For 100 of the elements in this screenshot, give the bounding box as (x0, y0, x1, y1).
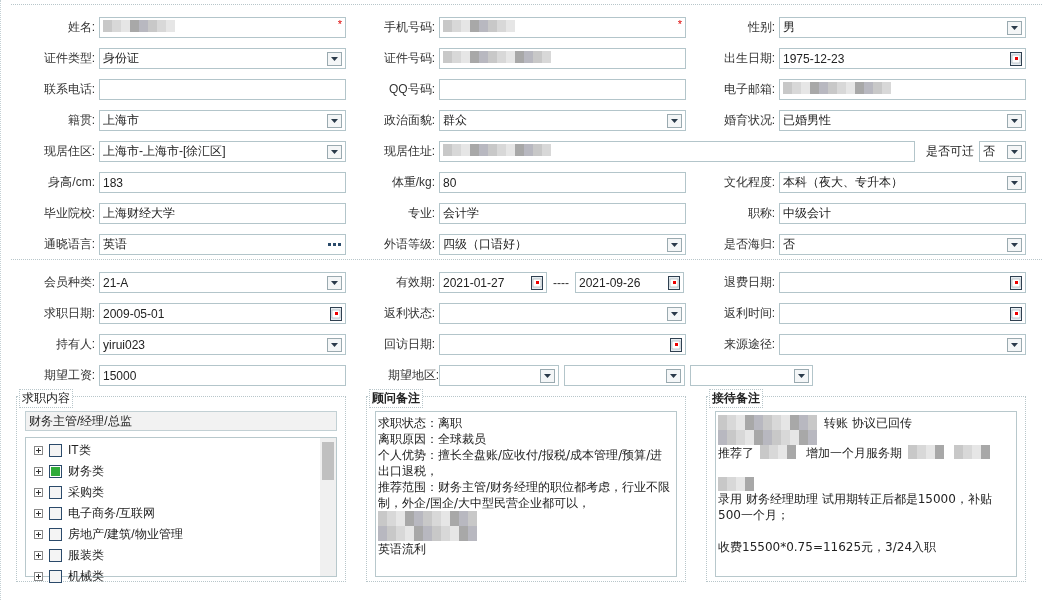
field-label: 政治面貌: (382, 112, 436, 129)
dropdown-field[interactable] (564, 365, 685, 386)
scrollbar[interactable] (320, 438, 336, 576)
expand-icon[interactable] (34, 509, 43, 518)
field-label: 退费日期: (722, 274, 776, 291)
expand-icon[interactable] (34, 488, 43, 497)
input-field[interactable] (439, 79, 686, 100)
field-label: 来源途径: (722, 336, 776, 353)
date-field[interactable]: 2021-01-27 (439, 272, 547, 293)
notes-field[interactable]: 转账 协议已回传 推荐了 增加一个月服务期 录用 财务经理助理 试用期转正后都是15000，补贴500一个月； 收费15500*0.75=11625元，3/24入职 (715, 411, 1017, 577)
checkbox[interactable] (49, 486, 62, 499)
field-label: 证件类型: (42, 50, 96, 67)
expand-icon[interactable] (34, 467, 43, 476)
ellipsis-icon[interactable] (328, 242, 342, 247)
dropdown-field[interactable]: yirui023 (99, 334, 346, 355)
field-label: 籍贯: (66, 112, 96, 129)
lookup-field[interactable]: 英语 (99, 234, 346, 255)
dropdown-field[interactable]: 四级（口语好） (439, 234, 686, 255)
field-label: 是否可迁 (926, 143, 974, 160)
field-label: 职称: (746, 205, 776, 222)
dropdown-field[interactable]: 已婚男性 (779, 110, 1026, 131)
panel-title: 顾问备注 (369, 389, 423, 408)
dropdown-field[interactable]: 否 (779, 234, 1026, 255)
input-field[interactable]: 183 (99, 172, 346, 193)
dropdown-field[interactable] (690, 365, 813, 386)
field-label: 期望工资: (42, 367, 96, 384)
note-text: 录用 财务经理助理 试用期转正后都是15000，补贴500一个月； (718, 491, 993, 523)
range-separator: ---- (553, 275, 569, 290)
tree-item[interactable]: 采购类 (68, 484, 104, 501)
dropdown-field[interactable]: 本科（夜大、专升本） (779, 172, 1026, 193)
field-label: 有效期: (394, 274, 436, 291)
expand-icon[interactable] (34, 551, 43, 560)
note-text: 增加一个月服务期 (806, 445, 902, 461)
input-field[interactable]: 上海财经大学 (99, 203, 346, 224)
field-label: 回访日期: (382, 336, 436, 353)
date-field[interactable]: 2009-05-01 (99, 303, 346, 324)
dropdown-field[interactable]: 21-A (99, 272, 346, 293)
input-field[interactable]: 会计学 (439, 203, 686, 224)
input-field[interactable]: 15000 (99, 365, 346, 386)
date-field[interactable] (439, 334, 686, 355)
calendar-icon[interactable] (1010, 275, 1022, 290)
input-field[interactable] (99, 79, 346, 100)
input-field[interactable] (779, 79, 1026, 100)
dropdown-field[interactable]: 群众 (439, 110, 686, 131)
panel-title: 求职内容 (19, 389, 73, 408)
note-text: 离职原因：全球裁员 (378, 431, 486, 447)
field-label: 手机号码: (382, 19, 436, 36)
expand-icon[interactable] (34, 572, 43, 581)
input-field[interactable]: * (439, 17, 686, 38)
field-label: 电子邮箱: (722, 81, 776, 98)
dropdown-field[interactable]: 上海市 (99, 110, 346, 131)
required-mark: * (337, 18, 342, 30)
tree-item[interactable]: 电子商务/互联网 (68, 505, 156, 522)
date-field[interactable]: 2021-09-26 (575, 272, 684, 293)
checkbox[interactable] (49, 570, 62, 583)
date-field[interactable]: 1975-12-23 (779, 48, 1026, 69)
tree-item[interactable]: IT类 (68, 442, 91, 459)
note-text: 推荐了 (718, 445, 754, 461)
dropdown-field[interactable]: 男 (779, 17, 1026, 38)
checkbox[interactable] (49, 507, 62, 520)
tree-item[interactable]: 服装类 (68, 547, 104, 564)
field-label: 现居住区: (42, 143, 96, 160)
expand-icon[interactable] (34, 446, 43, 455)
calendar-icon[interactable] (668, 275, 680, 290)
dropdown-field[interactable] (779, 334, 1026, 355)
tree-item[interactable]: 机械类 (68, 568, 104, 585)
field-label: 专业: (406, 205, 436, 222)
dropdown-field[interactable]: 否 (979, 141, 1026, 162)
input-field[interactable]: 80 (439, 172, 686, 193)
input-field[interactable] (439, 141, 915, 162)
field-label: 外语等级: (382, 236, 436, 253)
field-label: 证件号码: (382, 50, 436, 67)
calendar-icon[interactable] (531, 275, 543, 290)
tree-item[interactable]: 房地产/建筑/物业管理 (68, 526, 183, 543)
calendar-icon[interactable] (670, 337, 682, 352)
field-label: 体重/kg: (390, 174, 436, 191)
calendar-icon[interactable] (330, 306, 342, 321)
input-field[interactable]: 中级会计 (779, 203, 1026, 224)
selected-jobs-field: 财务主管/经理/总监 (25, 411, 337, 431)
input-field[interactable] (439, 48, 686, 69)
input-field[interactable]: * (99, 17, 346, 38)
checkbox[interactable] (49, 549, 62, 562)
checkbox[interactable] (49, 465, 62, 478)
dropdown-field[interactable]: 上海市-上海市-[徐汇区] (99, 141, 346, 162)
tree-item[interactable]: 财务类 (68, 463, 104, 480)
calendar-icon[interactable] (1010, 306, 1022, 321)
note-text: 求职状态：离职 (378, 415, 462, 431)
date-field[interactable] (779, 303, 1026, 324)
checkbox[interactable] (49, 444, 62, 457)
field-label: 出生日期: (722, 50, 776, 67)
checkbox[interactable] (49, 528, 62, 541)
dropdown-field[interactable] (439, 303, 686, 324)
field-label: 姓名: (66, 19, 96, 36)
date-field[interactable] (779, 272, 1026, 293)
dropdown-field[interactable] (439, 365, 559, 386)
calendar-icon[interactable] (1010, 51, 1022, 66)
expand-icon[interactable] (34, 530, 43, 539)
panel-title: 接待备注 (709, 389, 763, 408)
notes-field[interactable]: 求职状态：离职 离职原因：全球裁员 个人优势：擅长全盘账/应收付/报税/成本管理/预算/进出口退税， 推荐范围：财务主管/财务经理的职位都考虑，行业不限制，外企/国企/大中型民营企业都可以， 英语流利 (375, 411, 677, 577)
dropdown-field[interactable]: 身份证 (99, 48, 346, 69)
